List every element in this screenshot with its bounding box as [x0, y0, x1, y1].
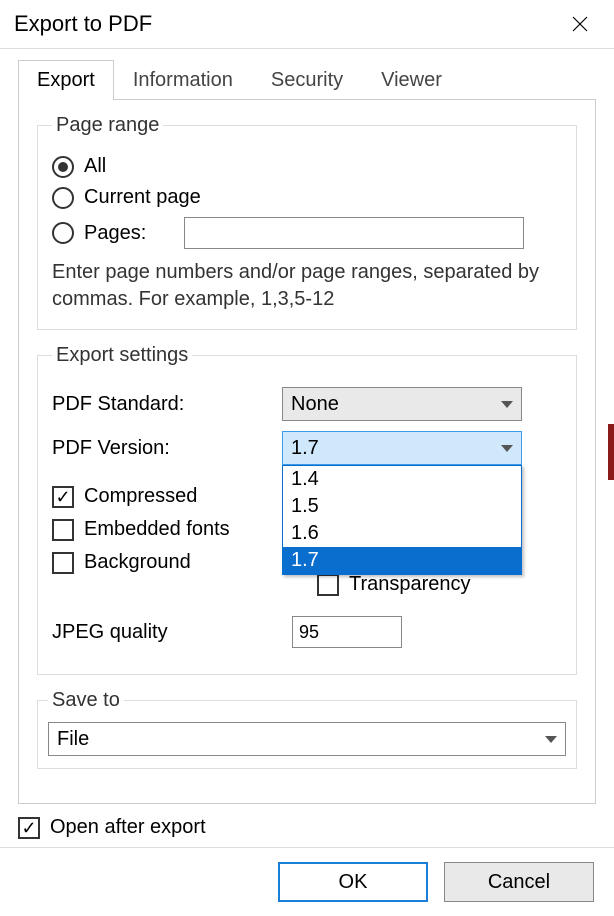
transparency-checkbox[interactable] [317, 574, 339, 596]
transparency-row[interactable]: Transparency [317, 573, 562, 596]
pdf-standard-row: PDF Standard: None [52, 387, 562, 421]
jpeg-quality-input[interactable] [292, 616, 402, 648]
close-icon [571, 15, 589, 33]
tab-export[interactable]: Export [18, 60, 114, 100]
background-label: Background [84, 551, 191, 574]
radio-all-label: All [84, 155, 106, 178]
open-after-export-row[interactable]: ✓ Open after export [18, 816, 596, 839]
ok-button[interactable]: OK [278, 862, 428, 902]
pdf-version-select[interactable]: 1.7 [282, 431, 522, 465]
tab-information[interactable]: Information [114, 60, 252, 100]
radio-current-row[interactable]: Current page [52, 186, 562, 209]
pdf-version-option[interactable]: 1.7 [283, 547, 521, 574]
transparency-label: Transparency [349, 573, 471, 596]
radio-current-label: Current page [84, 186, 201, 209]
compressed-label: Compressed [84, 485, 197, 508]
page-range-legend: Page range [52, 114, 163, 137]
jpeg-quality-row: JPEG quality [52, 616, 562, 648]
open-after-export-checkbox[interactable]: ✓ [18, 817, 40, 839]
chevron-down-icon [501, 401, 513, 408]
open-after-export-label: Open after export [50, 816, 206, 839]
chevron-down-icon [545, 736, 557, 743]
pdf-standard-select[interactable]: None [282, 387, 522, 421]
pdf-standard-value: None [291, 393, 339, 416]
chevron-down-icon [501, 445, 513, 452]
tab-viewer[interactable]: Viewer [362, 60, 461, 100]
cancel-button[interactable]: Cancel [444, 862, 594, 902]
pdf-version-label: PDF Version: [52, 437, 282, 460]
embedded-fonts-row[interactable]: Embedded fonts [52, 518, 297, 541]
window-title: Export to PDF [14, 11, 152, 37]
radio-all[interactable] [52, 156, 74, 178]
save-to-value: File [57, 728, 89, 751]
dialog-footer: OK Cancel [0, 847, 614, 916]
jpeg-quality-label: JPEG quality [52, 621, 292, 644]
radio-pages-row[interactable]: Pages: [52, 217, 562, 249]
compressed-checkbox[interactable]: ✓ [52, 486, 74, 508]
embedded-fonts-checkbox[interactable] [52, 519, 74, 541]
pdf-version-option[interactable]: 1.5 [283, 493, 521, 520]
close-button[interactable] [560, 8, 600, 40]
save-to-group: Save to File [37, 689, 577, 769]
embedded-fonts-label: Embedded fonts [84, 518, 230, 541]
radio-all-row[interactable]: All [52, 155, 562, 178]
radio-pages-label: Pages: [84, 222, 174, 245]
save-to-legend: Save to [48, 689, 124, 712]
page-range-hint: Enter page numbers and/or page ranges, s… [52, 259, 562, 313]
pdf-version-dropdown[interactable]: 1.4 1.5 1.6 1.7 [282, 465, 522, 575]
radio-current[interactable] [52, 187, 74, 209]
export-settings-legend: Export settings [52, 344, 192, 367]
pdf-version-option[interactable]: 1.4 [283, 466, 521, 493]
tab-panel-export: Page range All Current page Pages: Enter… [18, 99, 596, 804]
pdf-version-row: PDF Version: 1.7 [52, 431, 562, 465]
pdf-standard-label: PDF Standard: [52, 393, 282, 416]
save-to-select[interactable]: File [48, 722, 566, 756]
background-row[interactable]: Background [52, 551, 297, 574]
radio-pages[interactable] [52, 222, 74, 244]
pdf-version-value: 1.7 [291, 437, 319, 460]
tab-bar: Export Information Security Viewer [18, 59, 596, 99]
titlebar: Export to PDF [0, 0, 614, 49]
compressed-row[interactable]: ✓ Compressed [52, 485, 297, 508]
background-checkbox[interactable] [52, 552, 74, 574]
pdf-version-option[interactable]: 1.6 [283, 520, 521, 547]
pages-input[interactable] [184, 217, 524, 249]
decorative-strip [608, 424, 614, 480]
page-range-group: Page range All Current page Pages: Enter… [37, 114, 577, 330]
tab-security[interactable]: Security [252, 60, 362, 100]
